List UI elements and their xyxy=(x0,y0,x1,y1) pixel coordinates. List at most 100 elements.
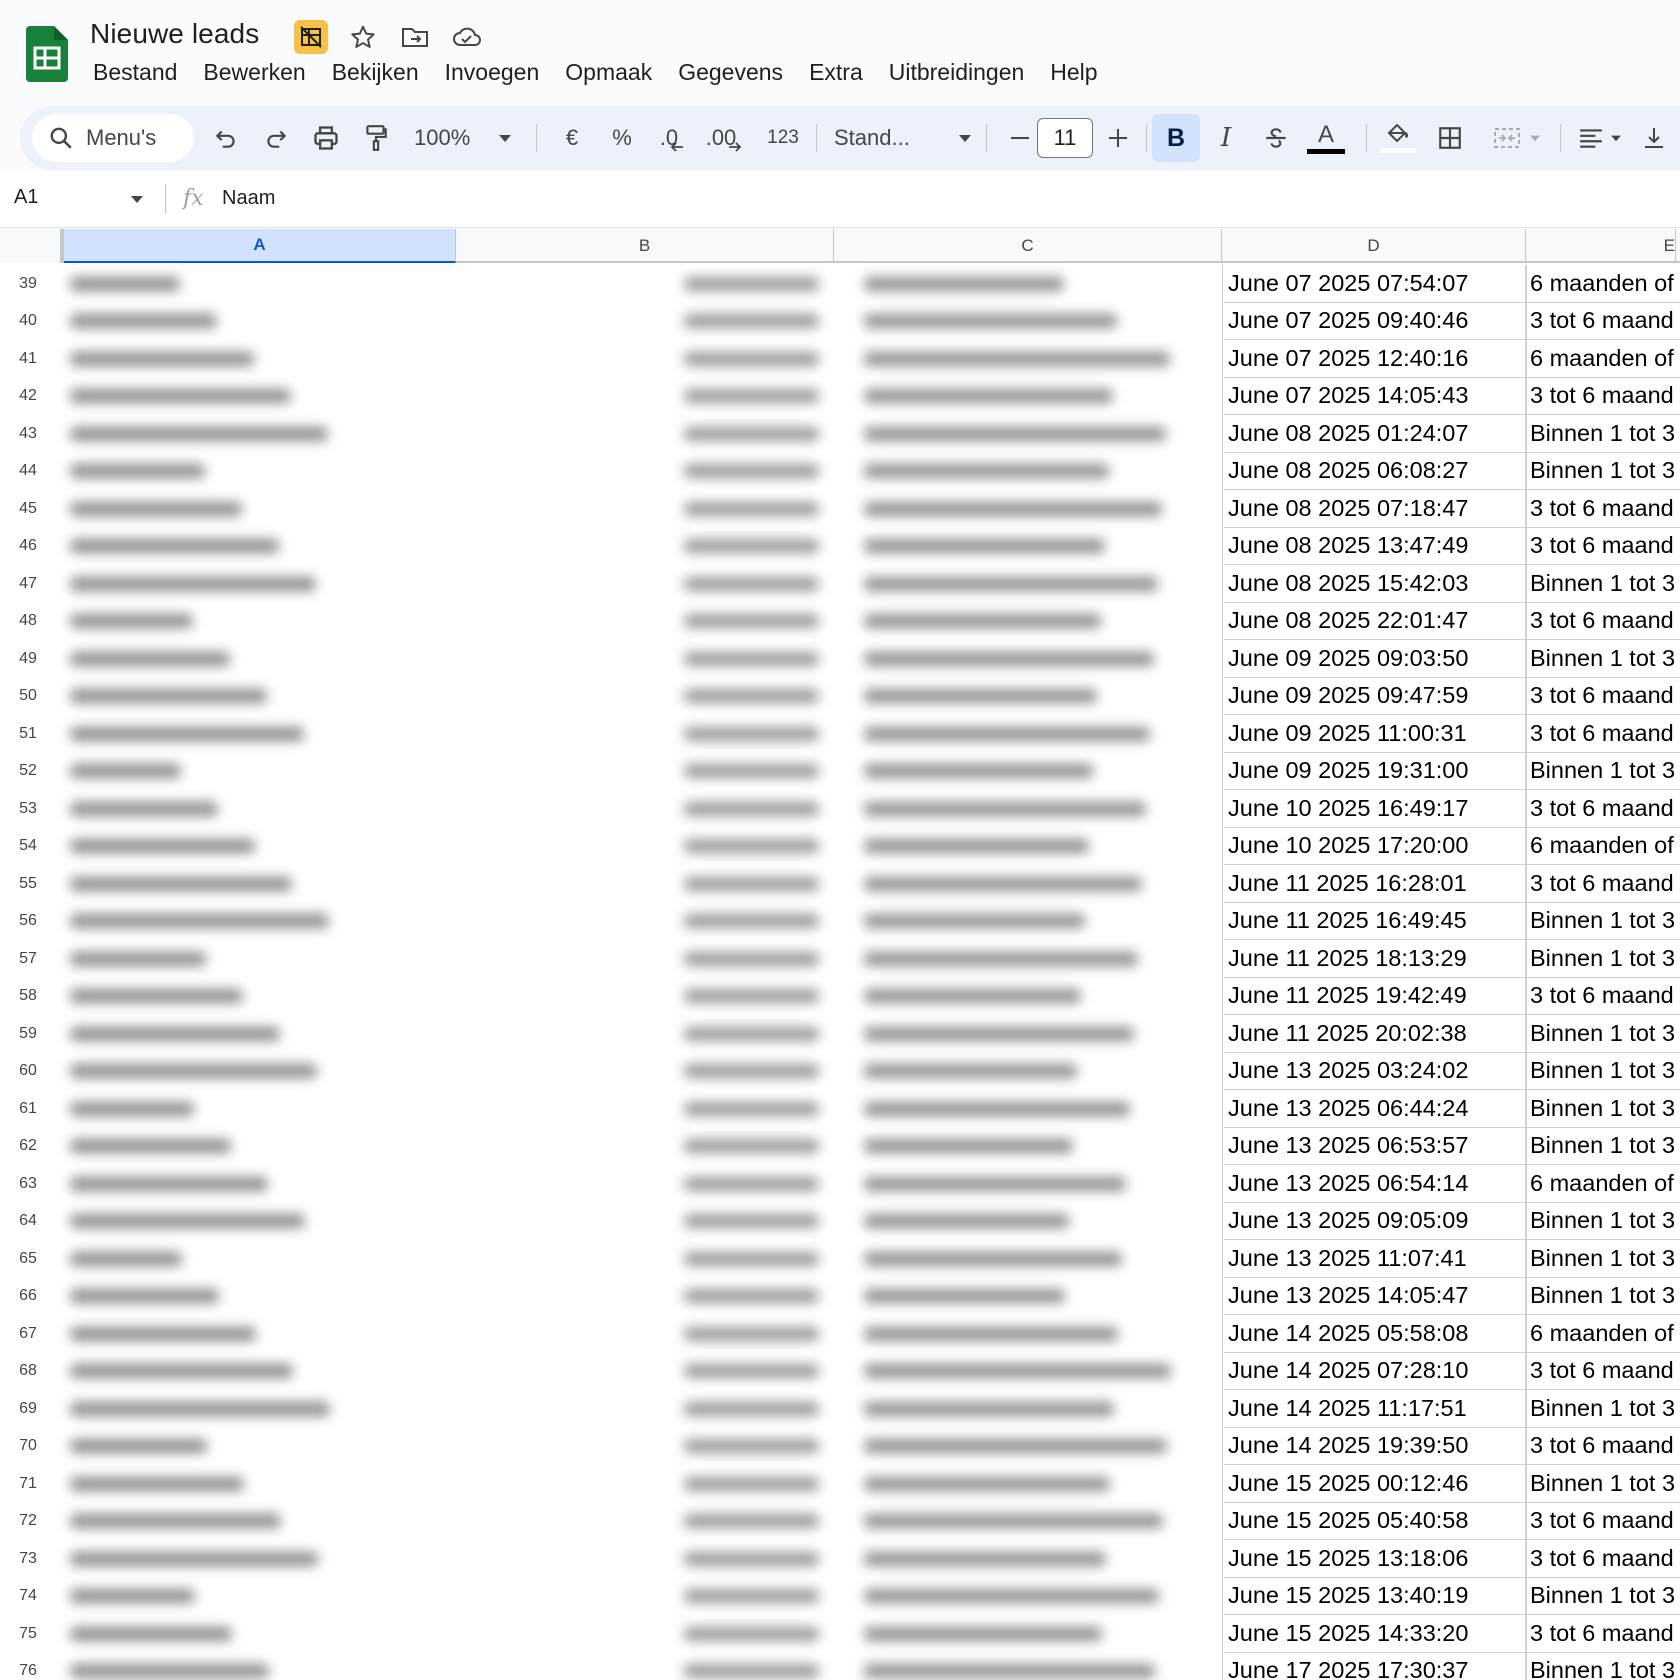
table-row[interactable]: 43 June 08 2025 01:24:07 Binnen 1 tot 3 xyxy=(0,415,1680,453)
cell-timeframe[interactable]: 3 tot 6 maand xyxy=(1526,603,1680,640)
redo-icon[interactable] xyxy=(256,114,296,162)
cell-timeframe[interactable]: 6 maanden of xyxy=(1526,828,1680,865)
cell-date[interactable]: June 13 2025 06:53:57 xyxy=(1224,1127,1526,1165)
cell-date[interactable]: June 14 2025 05:58:08 xyxy=(1224,1315,1526,1353)
cell-timeframe[interactable]: Binnen 1 tot 3 xyxy=(1526,640,1680,678)
row-number[interactable]: 63 xyxy=(0,1165,56,1203)
print-icon[interactable] xyxy=(306,114,346,162)
table-row[interactable]: 40 June 07 2025 09:40:46 3 tot 6 maand xyxy=(0,302,1680,340)
zoom-select[interactable]: 100% xyxy=(408,114,518,162)
formula-input[interactable]: Naam xyxy=(222,187,275,210)
cell-date[interactable]: June 13 2025 11:07:41 xyxy=(1224,1240,1526,1278)
table-row[interactable]: 51 June 09 2025 11:00:31 3 tot 6 maand xyxy=(0,715,1680,753)
cell-date[interactable]: June 11 2025 19:42:49 xyxy=(1224,977,1526,1015)
cell-date[interactable]: June 13 2025 09:05:09 xyxy=(1224,1202,1526,1240)
cell-date[interactable]: June 13 2025 06:54:14 xyxy=(1224,1165,1526,1203)
menu-bestand[interactable]: Bestand xyxy=(80,56,190,90)
decrease-decimal-button[interactable]: .0 xyxy=(650,114,694,162)
cell-timeframe[interactable]: 3 tot 6 maand xyxy=(1526,1615,1680,1653)
cell-date[interactable]: June 13 2025 03:24:02 xyxy=(1224,1052,1526,1090)
row-number[interactable]: 76 xyxy=(0,1652,56,1680)
row-number[interactable]: 65 xyxy=(0,1240,56,1278)
row-number[interactable]: 52 xyxy=(0,752,56,790)
table-row[interactable]: 39 June 07 2025 07:54:07 6 maanden of xyxy=(0,265,1680,303)
table-row[interactable]: 64 June 13 2025 09:05:09 Binnen 1 tot 3 xyxy=(0,1202,1680,1240)
increase-font-size-button[interactable] xyxy=(1098,114,1138,162)
menu-bekijken[interactable]: Bekijken xyxy=(319,56,432,90)
cell-date[interactable]: June 07 2025 09:40:46 xyxy=(1224,302,1526,340)
cell-timeframe[interactable]: 3 tot 6 maand xyxy=(1526,1353,1680,1390)
cell-timeframe[interactable]: 6 maanden of xyxy=(1526,1165,1680,1203)
cell-timeframe[interactable]: 3 tot 6 maand xyxy=(1526,1540,1680,1578)
row-number[interactable]: 55 xyxy=(0,865,56,903)
cell-date[interactable]: June 08 2025 15:42:03 xyxy=(1224,565,1526,603)
row-number[interactable]: 61 xyxy=(0,1090,56,1128)
cell-date[interactable]: June 09 2025 19:31:00 xyxy=(1224,752,1526,790)
merge-cells-icon[interactable] xyxy=(1482,114,1552,162)
cell-date[interactable]: June 10 2025 17:20:00 xyxy=(1224,827,1526,865)
table-row[interactable]: 55 June 11 2025 16:28:01 3 tot 6 maand xyxy=(0,865,1680,903)
table-row[interactable]: 44 June 08 2025 06:08:27 Binnen 1 tot 3 xyxy=(0,452,1680,490)
table-row[interactable]: 68 June 14 2025 07:28:10 3 tot 6 maand xyxy=(0,1352,1680,1390)
cell-date[interactable]: June 15 2025 14:33:20 xyxy=(1224,1615,1526,1653)
decrease-font-size-button[interactable] xyxy=(1000,114,1040,162)
table-row[interactable]: 73 June 15 2025 13:18:06 3 tot 6 maand xyxy=(0,1540,1680,1578)
column-header-c[interactable]: C xyxy=(834,229,1222,263)
table-row[interactable]: 60 June 13 2025 03:24:02 Binnen 1 tot 3 xyxy=(0,1052,1680,1090)
table-row[interactable]: 48 June 08 2025 22:01:47 3 tot 6 maand xyxy=(0,602,1680,640)
cell-timeframe[interactable]: 6 maanden of xyxy=(1526,265,1680,303)
cell-timeframe[interactable]: 6 maanden of xyxy=(1526,340,1680,378)
currency-format-button[interactable]: € xyxy=(552,114,592,162)
row-number[interactable]: 45 xyxy=(0,490,56,528)
cell-timeframe[interactable]: 3 tot 6 maand xyxy=(1526,865,1680,903)
cell-date[interactable]: June 08 2025 06:08:27 xyxy=(1224,452,1526,490)
cell-timeframe[interactable]: 3 tot 6 maand xyxy=(1526,790,1680,828)
cell-date[interactable]: June 11 2025 16:28:01 xyxy=(1224,865,1526,903)
cell-date[interactable]: June 07 2025 14:05:43 xyxy=(1224,377,1526,415)
menu-gegevens[interactable]: Gegevens xyxy=(665,56,796,90)
select-all-corner[interactable] xyxy=(0,229,64,263)
cell-date[interactable]: June 14 2025 11:17:51 xyxy=(1224,1390,1526,1428)
fill-color-icon[interactable] xyxy=(1376,114,1420,162)
table-row[interactable]: 61 June 13 2025 06:44:24 Binnen 1 tot 3 xyxy=(0,1090,1680,1128)
table-row[interactable]: 45 June 08 2025 07:18:47 3 tot 6 maand xyxy=(0,490,1680,528)
cell-timeframe[interactable]: Binnen 1 tot 3 xyxy=(1526,415,1680,453)
table-row[interactable]: 54 June 10 2025 17:20:00 6 maanden of xyxy=(0,827,1680,865)
table-row[interactable]: 74 June 15 2025 13:40:19 Binnen 1 tot 3 xyxy=(0,1577,1680,1615)
row-number[interactable]: 58 xyxy=(0,977,56,1015)
table-row[interactable]: 66 June 13 2025 14:05:47 Binnen 1 tot 3 xyxy=(0,1277,1680,1315)
column-header-a[interactable]: A xyxy=(64,229,456,263)
table-row[interactable]: 41 June 07 2025 12:40:16 6 maanden of xyxy=(0,340,1680,378)
row-number[interactable]: 62 xyxy=(0,1127,56,1165)
cell-date[interactable]: June 09 2025 09:03:50 xyxy=(1224,640,1526,678)
table-row[interactable]: 42 June 07 2025 14:05:43 3 tot 6 maand xyxy=(0,377,1680,415)
row-number[interactable]: 53 xyxy=(0,790,56,828)
row-number[interactable]: 39 xyxy=(0,265,56,303)
table-row[interactable]: 50 June 09 2025 09:47:59 3 tot 6 maand xyxy=(0,677,1680,715)
cell-timeframe[interactable]: Binnen 1 tot 3 xyxy=(1526,1240,1680,1278)
table-row[interactable]: 49 June 09 2025 09:03:50 Binnen 1 tot 3 xyxy=(0,640,1680,678)
cell-date[interactable]: June 11 2025 18:13:29 xyxy=(1224,940,1526,978)
row-number[interactable]: 68 xyxy=(0,1352,56,1390)
row-number[interactable]: 73 xyxy=(0,1540,56,1578)
cell-timeframe[interactable]: Binnen 1 tot 3 xyxy=(1526,1090,1680,1128)
column-header-b[interactable]: B xyxy=(456,229,834,263)
document-title[interactable]: Nieuwe leads xyxy=(90,18,259,50)
row-number[interactable]: 67 xyxy=(0,1315,56,1353)
cell-timeframe[interactable]: Binnen 1 tot 3 xyxy=(1526,1653,1680,1680)
align-left-icon[interactable] xyxy=(1572,114,1628,162)
undo-icon[interactable] xyxy=(206,114,246,162)
cell-timeframe[interactable]: Binnen 1 tot 3 xyxy=(1526,753,1680,790)
star-icon[interactable] xyxy=(346,20,380,54)
cell-timeframe[interactable]: Binnen 1 tot 3 xyxy=(1526,1015,1680,1053)
table-row[interactable]: 47 June 08 2025 15:42:03 Binnen 1 tot 3 xyxy=(0,565,1680,603)
row-number[interactable]: 59 xyxy=(0,1015,56,1053)
cell-timeframe[interactable]: Binnen 1 tot 3 xyxy=(1526,1278,1680,1315)
cell-date[interactable]: June 07 2025 07:54:07 xyxy=(1224,265,1526,303)
number-format-button[interactable]: 123 xyxy=(758,114,808,162)
vertical-align-icon[interactable] xyxy=(1636,114,1672,162)
table-row[interactable]: 70 June 14 2025 19:39:50 3 tot 6 maand xyxy=(0,1427,1680,1465)
row-number[interactable]: 66 xyxy=(0,1277,56,1315)
sheets-logo-icon[interactable] xyxy=(26,26,68,82)
table-row[interactable]: 57 June 11 2025 18:13:29 Binnen 1 tot 3 xyxy=(0,940,1680,978)
